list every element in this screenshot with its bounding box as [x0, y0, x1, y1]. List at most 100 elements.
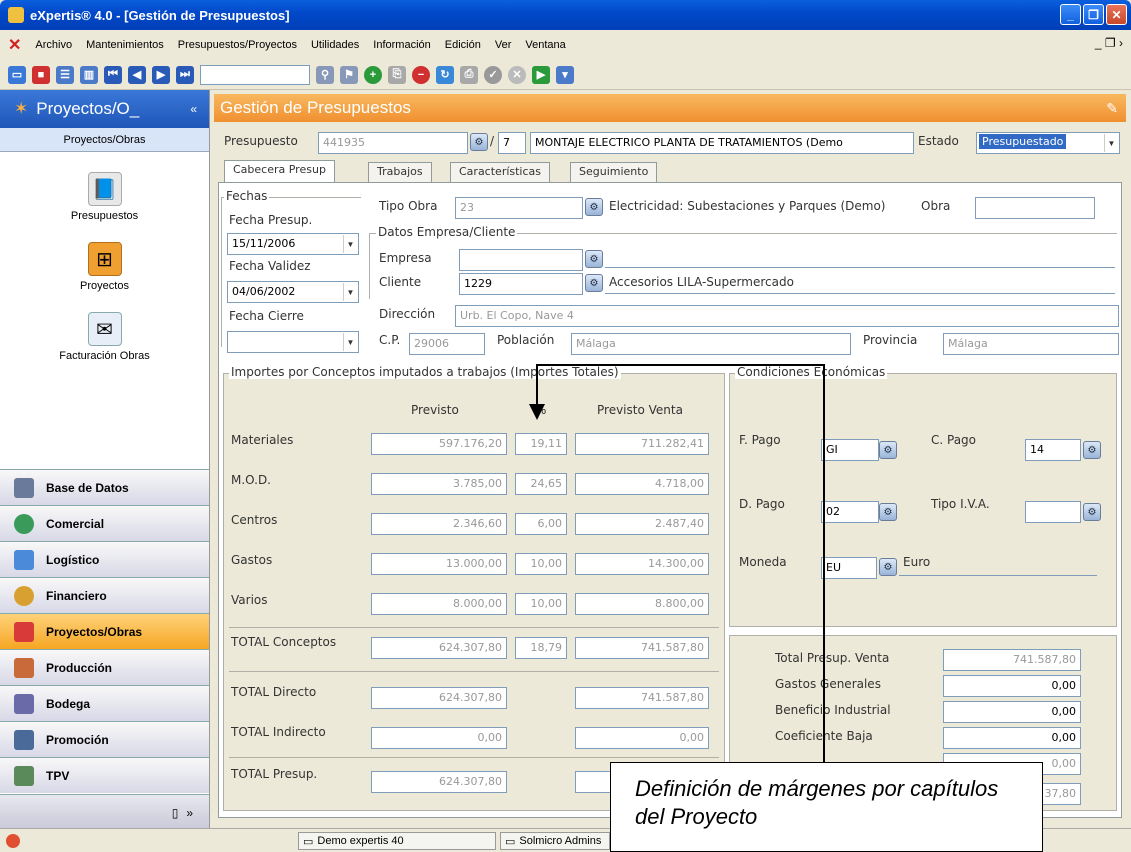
obra-field[interactable] — [975, 197, 1095, 219]
previous-record-icon[interactable]: ◀ — [128, 65, 146, 84]
tab-seguimiento[interactable]: Seguimiento — [570, 162, 658, 182]
module-bodega[interactable]: Bodega — [0, 685, 209, 721]
fecha-validez-field[interactable]: 04/06/2002 — [227, 281, 359, 303]
first-record-icon[interactable]: ⏮ — [104, 65, 122, 84]
menu-mantenimientos[interactable]: Mantenimientos — [86, 39, 164, 51]
presupuesto-lookup-button[interactable]: ⚙ — [470, 133, 488, 151]
previsto-field[interactable]: 13.000,00 — [371, 553, 507, 575]
pct-field[interactable]: 10,00 — [515, 553, 567, 575]
new-icon[interactable]: ▭ — [8, 65, 26, 84]
module-logistico[interactable]: Logístico — [0, 541, 209, 577]
total-venta-field[interactable]: 741.587,80 — [943, 649, 1081, 671]
cp-field[interactable]: 29006 — [409, 333, 485, 355]
menu-utilidades[interactable]: Utilidades — [311, 39, 359, 51]
last-record-icon[interactable]: ⏭ — [176, 65, 194, 84]
menu-presupuestos[interactable]: Presupuestos/Proyectos — [178, 39, 297, 51]
print-icon[interactable]: ⎙ — [460, 65, 478, 84]
venta-field[interactable]: 8.800,00 — [575, 593, 709, 615]
descripcion-field[interactable]: MONTAJE ELECTRICO PLANTA DE TRATAMIENTOS… — [530, 132, 914, 154]
menu-ventana[interactable]: Ventana — [525, 39, 565, 51]
fecha-presup-field[interactable]: 15/11/2006 — [227, 233, 359, 255]
tab-caracteristicas[interactable]: Características — [450, 162, 551, 182]
binoculars-icon[interactable]: ⚲ — [316, 65, 334, 84]
cancel-icon[interactable]: ✕ — [508, 65, 526, 84]
document-icon[interactable]: ▯ — [172, 806, 179, 820]
menu-edicion[interactable]: Edición — [445, 39, 481, 51]
coeficiente-field[interactable]: 0,00 — [943, 727, 1081, 749]
refresh-icon[interactable]: ↻ — [436, 65, 454, 84]
eraser-icon[interactable]: ✎ — [1106, 100, 1118, 117]
module-tpv[interactable]: TPV — [0, 757, 209, 793]
total-conceptos-pct[interactable]: 18,79 — [515, 637, 567, 659]
pct-field[interactable]: 24,65 — [515, 473, 567, 495]
close-button[interactable]: ✕ — [1106, 4, 1127, 25]
empresa-field[interactable] — [459, 249, 583, 271]
gastos-generales-field[interactable]: 0,00 — [943, 675, 1081, 697]
pct-field[interactable]: 6,00 — [515, 513, 567, 535]
moneda-lookup-button[interactable]: ⚙ — [879, 558, 897, 576]
module-promocion[interactable]: Promoción — [0, 721, 209, 757]
poblacion-field[interactable]: Málaga — [571, 333, 851, 355]
fecha-presup-dropdown-icon[interactable]: ▼ — [343, 235, 357, 253]
empresa-lookup-button[interactable]: ⚙ — [585, 250, 603, 268]
menu-ver[interactable]: Ver — [495, 39, 512, 51]
venta-field[interactable]: 711.282,41 — [575, 433, 709, 455]
fecha-cierre-dropdown-icon[interactable]: ▼ — [343, 333, 357, 351]
previsto-field[interactable]: 2.346,60 — [371, 513, 507, 535]
previsto-field[interactable]: 597.176,20 — [371, 433, 507, 455]
pct-field[interactable]: 10,00 — [515, 593, 567, 615]
toolbar-overflow-icon[interactable]: ▾ — [556, 65, 574, 84]
stop-icon[interactable]: ■ — [32, 65, 50, 84]
toolbar-search-input[interactable] — [200, 64, 310, 85]
venta-field[interactable]: 14.300,00 — [575, 553, 709, 575]
estado-select[interactable]: Presupuestado — [976, 132, 1120, 154]
pct-field[interactable]: 19,11 — [515, 433, 567, 455]
total-conceptos-previsto[interactable]: 624.307,80 — [371, 637, 507, 659]
module-financiero[interactable]: Financiero — [0, 577, 209, 613]
tab-cabecera[interactable]: Cabecera Presup — [224, 160, 335, 182]
menu-informacion[interactable]: Información — [373, 39, 430, 51]
next-record-icon[interactable]: ▶ — [152, 65, 170, 84]
previsto-field[interactable]: 8.000,00 — [371, 593, 507, 615]
tab-trabajos[interactable]: Trabajos — [368, 162, 432, 182]
total-presup-previsto[interactable]: 624.307,80 — [371, 771, 507, 793]
total-indirecto-venta[interactable]: 0,00 — [575, 727, 709, 749]
direccion-field[interactable]: Urb. El Copo, Nave 4 — [455, 305, 1119, 327]
filter-icon[interactable]: ⚑ — [340, 65, 358, 84]
fecha-cierre-field[interactable] — [227, 331, 359, 353]
cpago-field[interactable]: 14 — [1025, 439, 1081, 461]
more-modules-button[interactable]: » — [186, 806, 193, 820]
cpago-lookup-button[interactable]: ⚙ — [1083, 441, 1101, 459]
delete-icon[interactable]: − — [412, 65, 430, 84]
dpago-field[interactable]: 02 — [821, 501, 879, 523]
add-icon[interactable]: + — [364, 65, 382, 84]
fecha-validez-dropdown-icon[interactable]: ▼ — [343, 283, 357, 301]
accept-icon[interactable]: ✓ — [484, 65, 502, 84]
module-produccion[interactable]: Producción — [0, 649, 209, 685]
previsto-field[interactable]: 3.785,00 — [371, 473, 507, 495]
module-comercial[interactable]: Comercial — [0, 505, 209, 541]
cliente-lookup-button[interactable]: ⚙ — [585, 274, 603, 292]
dpago-lookup-button[interactable]: ⚙ — [879, 503, 897, 521]
tipo-obra-lookup-button[interactable]: ⚙ — [585, 198, 603, 216]
collapse-icon[interactable]: « — [190, 102, 197, 116]
fpago-field[interactable]: GI — [821, 439, 879, 461]
moneda-field[interactable]: EU — [821, 557, 877, 579]
taskbar-item-solmicro[interactable]: ▭ Solmicro Admins — [500, 832, 610, 850]
taskbar-item-demo[interactable]: ▭ Demo expertis 40 — [298, 832, 496, 850]
venta-field[interactable]: 4.718,00 — [575, 473, 709, 495]
beneficio-field[interactable]: 0,00 — [943, 701, 1081, 723]
sidebar-item-facturacion[interactable]: ✉ Facturación Obras — [0, 312, 209, 362]
sidebar-item-proyectos[interactable]: ⊞ Proyectos — [0, 242, 209, 292]
mdi-controls[interactable]: _ ❐ › — [1095, 36, 1123, 50]
iva-field[interactable] — [1025, 501, 1081, 523]
fpago-lookup-button[interactable]: ⚙ — [879, 441, 897, 459]
menu-archivo[interactable]: Archivo — [35, 39, 72, 51]
sidebar-item-presupuestos[interactable]: 📘 Presupuestos — [0, 172, 209, 222]
module-base-datos[interactable]: Base de Datos — [0, 469, 209, 505]
total-directo-venta[interactable]: 741.587,80 — [575, 687, 709, 709]
list-icon[interactable]: ☰ — [56, 65, 74, 84]
grid-icon[interactable]: ▥ — [80, 65, 98, 84]
presupuesto-field[interactable]: 441935 — [318, 132, 468, 154]
run-icon[interactable]: ▶ — [532, 65, 550, 84]
